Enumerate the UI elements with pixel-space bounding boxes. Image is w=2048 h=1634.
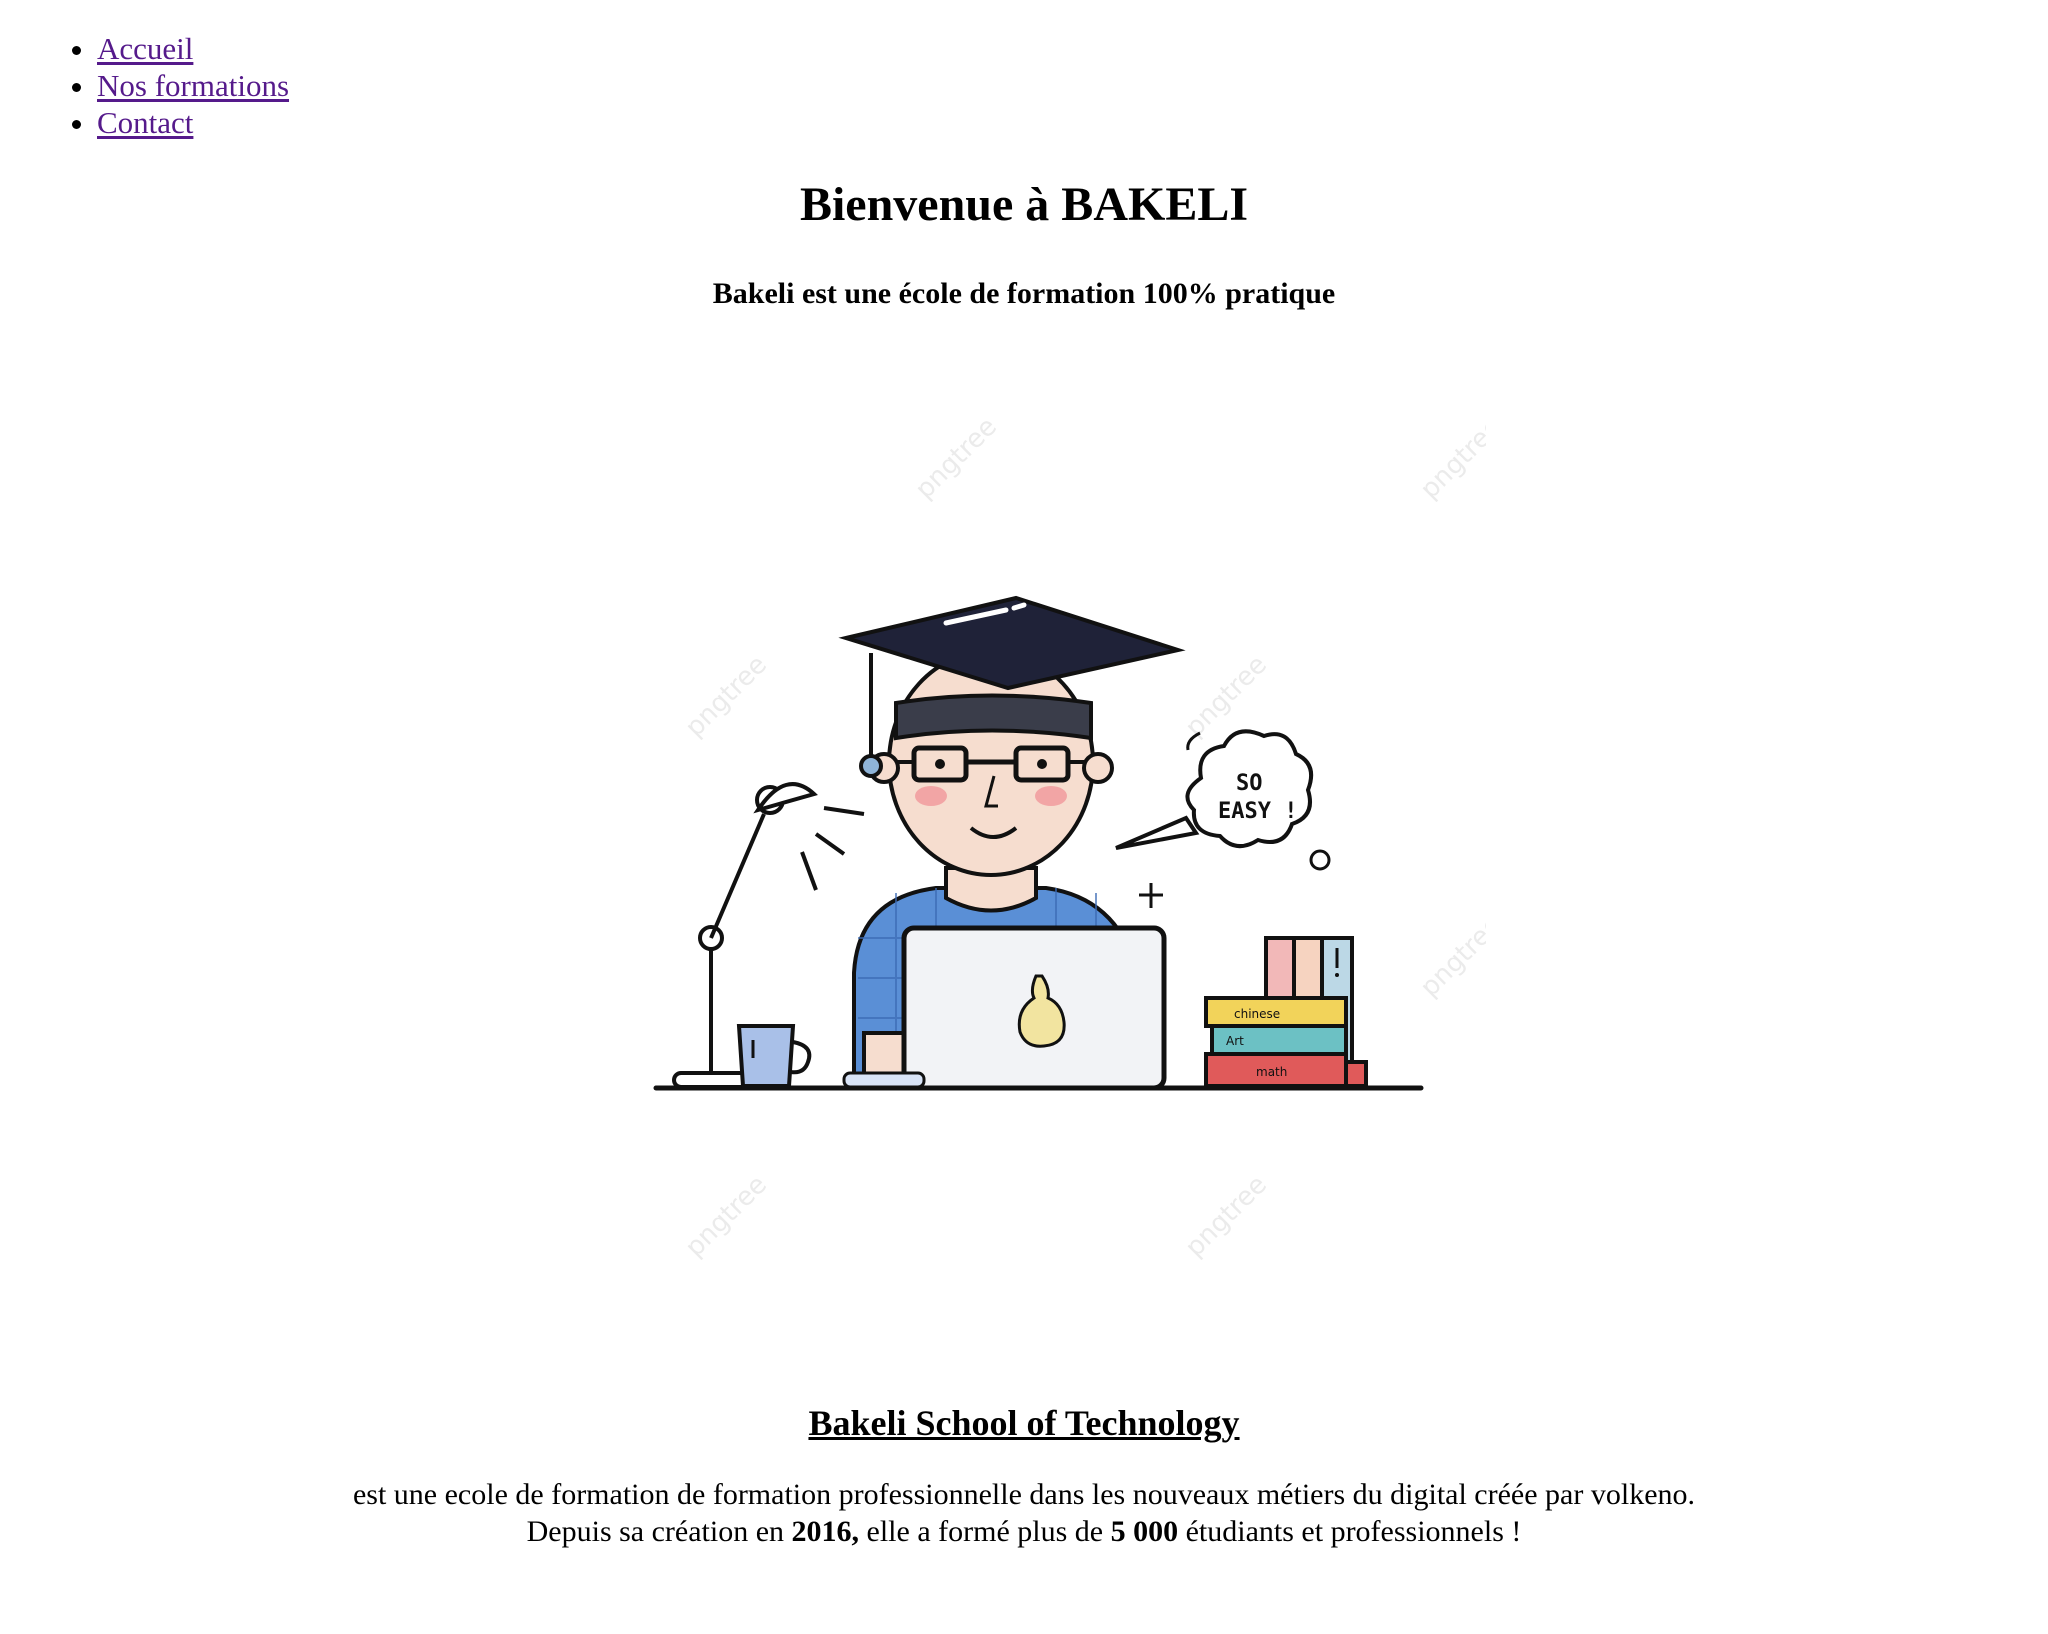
description-line-2-suffix: étudiants et professionnels ! <box>1178 1515 1522 1548</box>
watermark-text: pngtree <box>1415 412 1486 505</box>
books-stack-icon: chinese Art math <box>1204 936 1368 1090</box>
nav-item-accueil: Accueil <box>97 30 289 67</box>
main-nav: Accueil Nos formations Contact <box>0 30 289 141</box>
book-label-chinese: chinese <box>1234 1007 1280 1021</box>
description-line-2-prefix: Depuis sa création en <box>526 1515 792 1548</box>
watermark-text: pngtree <box>680 650 773 743</box>
description-line-2-middle: elle a formé plus de <box>859 1515 1111 1548</box>
mug-icon <box>736 1024 812 1088</box>
page-subtitle: Bakeli est une école de formation 100% p… <box>712 277 1336 310</box>
watermark-text: pngtree <box>910 412 1003 505</box>
watermark-text: pngtree <box>1415 910 1486 1003</box>
nav-link-contact[interactable]: Contact <box>97 105 193 140</box>
watermark-text: pngtree <box>1180 650 1273 743</box>
school-description: est une ecole de formation de formation … <box>0 1476 2048 1550</box>
speech-bubble: SO EASY ! <box>1115 729 1331 908</box>
page-title: Bienvenue à BAKELI <box>799 178 1249 231</box>
book-label-math: math <box>1256 1065 1287 1079</box>
watermark-text: pngtree <box>680 1170 773 1263</box>
nav-link-accueil[interactable]: Accueil <box>97 31 193 66</box>
bubble-text-easy: EASY ! <box>1218 799 1297 824</box>
book-label-art: Art <box>1226 1034 1244 1048</box>
students-count: 5 000 <box>1110 1515 1179 1548</box>
nav-item-contact: Contact <box>97 104 289 141</box>
founding-year: 2016, <box>791 1515 860 1548</box>
school-heading: Bakeli School of Technology <box>808 1403 1240 1443</box>
nav-item-formations: Nos formations <box>97 67 289 104</box>
bubble-text-so: SO <box>1236 771 1263 796</box>
watermark-text: pngtree <box>1180 1170 1273 1263</box>
student-illustration: pngtree pngtree pngtree pngtree pngtree … <box>596 378 1486 1348</box>
nav-link-formations[interactable]: Nos formations <box>97 68 289 103</box>
description-line-1: est une ecole de formation de formation … <box>352 1478 1696 1511</box>
